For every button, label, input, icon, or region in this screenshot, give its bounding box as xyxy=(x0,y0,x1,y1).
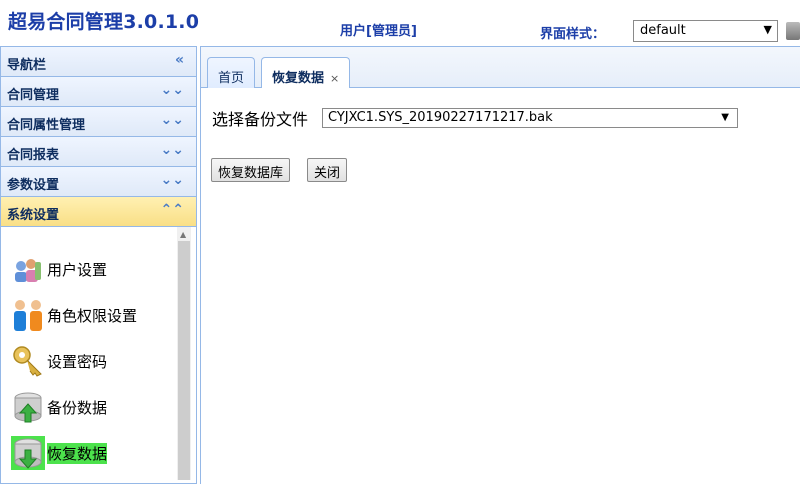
backup-file-select[interactable]: CYJXC1.SYS_20190227171217.bak ▼ xyxy=(322,108,738,128)
sidebar-item-backup-data[interactable]: 备份数据 xyxy=(11,387,107,427)
expand-down-icon: ⌄⌄ xyxy=(160,112,184,128)
current-user: 用户[管理员] xyxy=(340,24,417,39)
backup-file-value: CYJXC1.SYS_20190227171217.bak xyxy=(328,110,553,125)
sidebar-section-contract-attr[interactable]: 合同属性管理 ⌄⌄ xyxy=(1,107,196,137)
app-header: 超易合同管理3.0.1.0 用户[管理员] 界面样式： default ▼ xyxy=(0,0,800,46)
sidebar-section-contract[interactable]: 合同管理 ⌄⌄ xyxy=(1,77,196,107)
key-icon xyxy=(11,344,45,378)
sidebar-item-label: 恢复数据 xyxy=(47,442,108,464)
system-settings-panel: 用户设置 角色权限设置 设置密码 备份数据 恢复数据 ▲ xyxy=(1,227,196,480)
theme-label: 界面样式： xyxy=(540,27,606,42)
app-title: 超易合同管理3.0.1.0 xyxy=(8,11,200,33)
tab-home[interactable]: 首页 xyxy=(207,57,256,89)
sidebar-scrollbar[interactable]: ▲ xyxy=(177,227,191,480)
tab-strip: 首页 恢复数据 × xyxy=(201,46,800,90)
restore-data-content: 选择备份文件 CYJXC1.SYS_20190227171217.bak ▼ 恢… xyxy=(201,88,800,484)
role-people-icon xyxy=(11,298,45,332)
sidebar-item-label: 用户设置 xyxy=(47,260,108,279)
sidebar-section-params[interactable]: 参数设置 ⌄⌄ xyxy=(1,167,196,197)
sidebar-item-user-settings[interactable]: 用户设置 xyxy=(11,249,107,289)
dropdown-arrow-icon: ▼ xyxy=(721,112,729,123)
sidebar-item-set-password[interactable]: 设置密码 xyxy=(11,341,107,381)
header-edge-icon xyxy=(786,22,800,40)
sidebar-item-restore-data[interactable]: 恢复数据 xyxy=(11,433,108,473)
restore-database-button[interactable]: 恢复数据库 xyxy=(211,158,291,182)
theme-select[interactable]: default ▼ xyxy=(633,20,778,42)
sidebar-section-system[interactable]: 系统设置 ⌃⌃ xyxy=(1,197,196,227)
collapse-up-icon: ⌃⌃ xyxy=(160,202,184,218)
users-settings-icon xyxy=(11,252,45,286)
scroll-up-arrow-icon[interactable]: ▲ xyxy=(180,230,186,239)
sidebar-section-report[interactable]: 合同报表 ⌄⌄ xyxy=(1,137,196,167)
database-backup-icon xyxy=(11,390,45,424)
collapse-left-icon[interactable]: « xyxy=(175,52,184,68)
expand-down-icon: ⌄⌄ xyxy=(160,172,184,188)
sidebar-title: 导航栏 « xyxy=(1,47,196,77)
database-restore-icon xyxy=(11,436,45,470)
expand-down-icon: ⌄⌄ xyxy=(160,142,184,158)
main-panel: 首页 恢复数据 × 选择备份文件 CYJXC1.SYS_2019022717121… xyxy=(200,46,800,484)
sidebar-item-role-permissions[interactable]: 角色权限设置 xyxy=(11,295,137,335)
tab-close-icon[interactable]: × xyxy=(330,72,339,85)
close-button[interactable]: 关闭 xyxy=(307,158,348,182)
sidebar-item-label: 备份数据 xyxy=(47,398,108,417)
sidebar-item-label: 角色权限设置 xyxy=(47,306,138,325)
dropdown-arrow-icon: ▼ xyxy=(763,23,772,36)
expand-down-icon: ⌄⌄ xyxy=(160,82,184,98)
tab-restore-data[interactable]: 恢复数据 × xyxy=(261,57,351,90)
sidebar-item-label: 设置密码 xyxy=(47,352,108,371)
scrollbar-thumb[interactable] xyxy=(178,241,190,480)
navigation-sidebar: 导航栏 « 合同管理 ⌄⌄ 合同属性管理 ⌄⌄ 合同报表 ⌄⌄ 参数设置 ⌄⌄ … xyxy=(0,46,197,484)
backup-file-label: 选择备份文件 xyxy=(212,110,309,129)
theme-select-value: default xyxy=(640,23,686,38)
